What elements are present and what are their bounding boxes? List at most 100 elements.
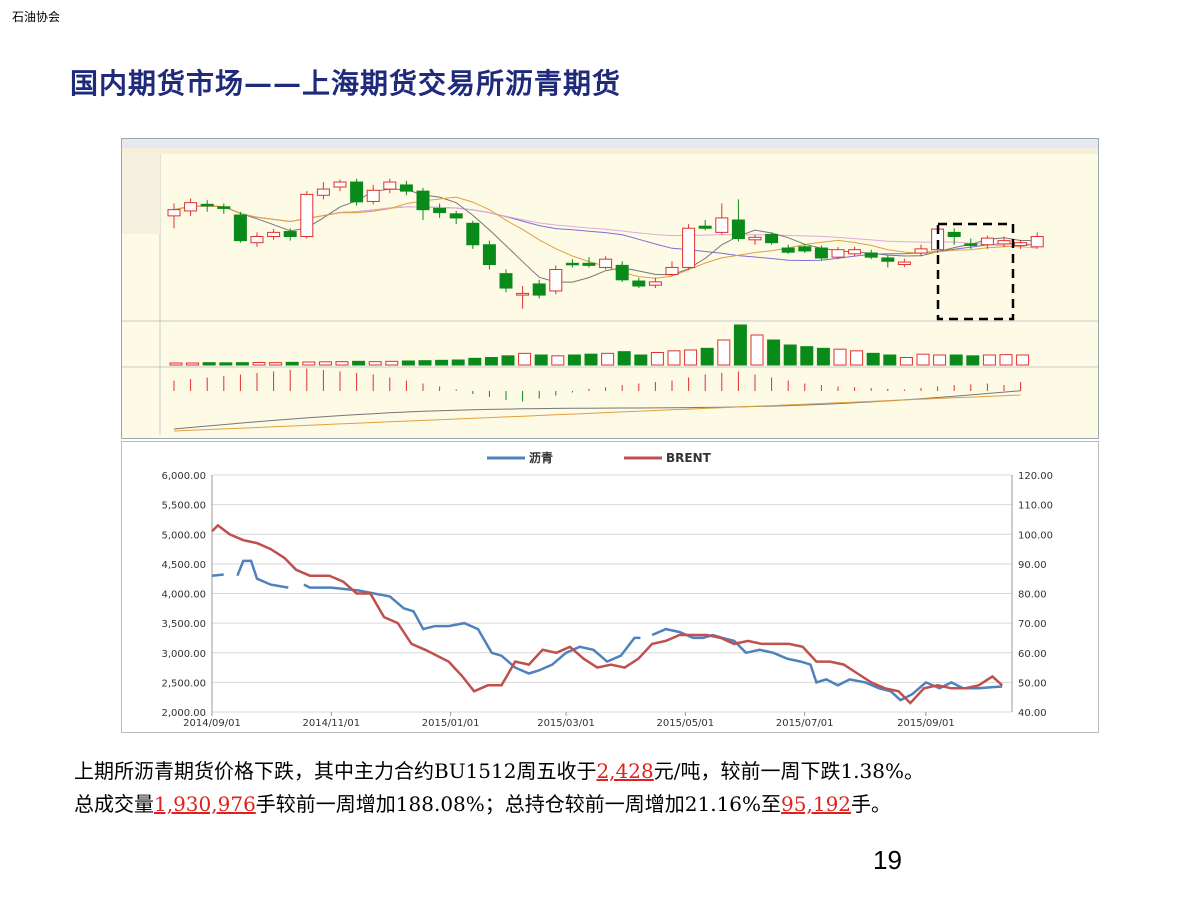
volume-bars-group — [169, 324, 1030, 366]
volume-bar — [269, 362, 283, 366]
volume-bar — [949, 354, 963, 366]
volume-bar — [833, 348, 847, 366]
series-line — [211, 559, 1003, 702]
series-line — [211, 523, 1004, 705]
volume-bar — [285, 361, 299, 366]
candle-body — [250, 236, 264, 244]
association-name: 石油协会 — [12, 10, 61, 24]
volume-bar — [816, 347, 830, 366]
candle-body — [881, 257, 895, 262]
volume-bar — [484, 357, 498, 366]
volume-bar — [302, 361, 316, 366]
y-right-tick-label: 40.00 — [1018, 708, 1047, 719]
x-tick-label: 2015/03/01 — [537, 718, 595, 729]
candle-body — [516, 292, 530, 296]
volume-bar — [601, 352, 615, 366]
y-left-tick-label: 5,000.00 — [161, 530, 206, 541]
macd-dif-line — [173, 390, 1021, 430]
x-tick-label: 2015/07/01 — [776, 718, 834, 729]
macd-histogram-group — [173, 368, 1022, 402]
candle-body — [184, 202, 198, 212]
page-number: 19 — [873, 845, 902, 875]
y-left-tick-label: 2,500.00 — [161, 678, 206, 689]
candle-body — [582, 262, 596, 266]
candle-body — [200, 203, 214, 207]
volume-bar — [435, 359, 449, 366]
kline-info-panel — [122, 154, 160, 234]
candle-body — [798, 246, 812, 252]
candle-body — [997, 240, 1011, 245]
volume-bar — [650, 352, 664, 366]
volume-bar — [899, 357, 913, 366]
candle-body — [499, 273, 513, 289]
volume-bar — [451, 359, 465, 366]
y-right-tick-label: 90.00 — [1018, 560, 1047, 571]
y-left-tick-label: 6,000.00 — [161, 471, 206, 482]
candle-body — [399, 184, 413, 192]
volume-bar — [667, 350, 681, 366]
y-right-tick-label: 50.00 — [1018, 678, 1047, 689]
y-left-tick-label: 3,500.00 — [161, 619, 206, 630]
candle-body — [383, 181, 397, 190]
candle-body — [217, 206, 231, 209]
macd-dea-line — [173, 394, 1021, 432]
candle-body — [433, 207, 447, 214]
volume-bar — [318, 361, 332, 366]
y-right-tick-label: 100.00 — [1018, 530, 1053, 541]
summary-1-text-b: 元/吨，较前一周下跌1.38%。 — [653, 759, 924, 783]
volume-bar — [468, 357, 482, 366]
volume-bar — [567, 354, 581, 366]
candle-body — [964, 243, 978, 246]
volume-bar — [385, 360, 399, 366]
candle-body — [615, 264, 629, 281]
candle-body — [897, 261, 911, 266]
candle-body — [482, 244, 496, 266]
kline-chart-svg — [122, 139, 1098, 435]
candle-body — [549, 269, 563, 292]
volume-bar — [767, 339, 781, 366]
volume-bar — [518, 352, 532, 366]
candle-body — [283, 231, 297, 238]
candle-body — [748, 236, 762, 241]
volume-bar — [866, 352, 880, 366]
volume-bar — [202, 362, 216, 366]
candle-body — [947, 231, 961, 237]
candle-body — [682, 227, 696, 268]
candles-group — [167, 178, 1044, 309]
candle-body — [814, 247, 828, 259]
volume-bar — [684, 349, 698, 366]
volume-bar — [999, 354, 1013, 366]
price-comparison-chart: 6,000.00 120.00 5,500.00 110.00 5,000.00 100.… — [121, 441, 1099, 733]
candle-body — [350, 181, 364, 203]
candle-body — [848, 249, 862, 255]
summary-line-2: 总成交量1,930,976手较前一周增加188.08%；总持仓较前一周增加21.… — [74, 789, 1184, 819]
x-tick-label: 2015/01/01 — [422, 718, 480, 729]
volume-bar — [252, 362, 266, 366]
volume-bar — [733, 324, 747, 366]
volume-bar — [368, 361, 382, 366]
volume-bar — [169, 362, 183, 366]
y-right-tick-label: 120.00 — [1018, 471, 1053, 482]
volume-bar — [617, 351, 631, 366]
candle-body — [167, 209, 181, 217]
candle-body — [1030, 236, 1044, 248]
volume-bar — [966, 355, 980, 366]
candle-body — [466, 222, 480, 246]
volume-bar — [850, 350, 864, 366]
kline-ma-legend-bar — [122, 148, 1098, 154]
candle-body — [831, 249, 845, 258]
volume-bar — [916, 353, 930, 366]
volume-bar — [783, 344, 797, 366]
volume-bar — [401, 360, 415, 366]
summary-2-text-b: 手较前一周增加188.08%；总持仓较前一周增加21.16%至 — [255, 792, 782, 816]
volume-bar — [1016, 354, 1030, 366]
y-left-tick-label: 4,000.00 — [161, 590, 206, 601]
candle-body — [316, 188, 330, 196]
volume-bar — [352, 360, 366, 366]
candle-body — [665, 266, 679, 275]
y-right-tick-label: 70.00 — [1018, 619, 1047, 630]
candle-body — [715, 217, 729, 233]
open-interest-value: 95,192 — [781, 792, 852, 816]
volume-bar — [501, 355, 515, 366]
candle-body — [980, 237, 994, 246]
